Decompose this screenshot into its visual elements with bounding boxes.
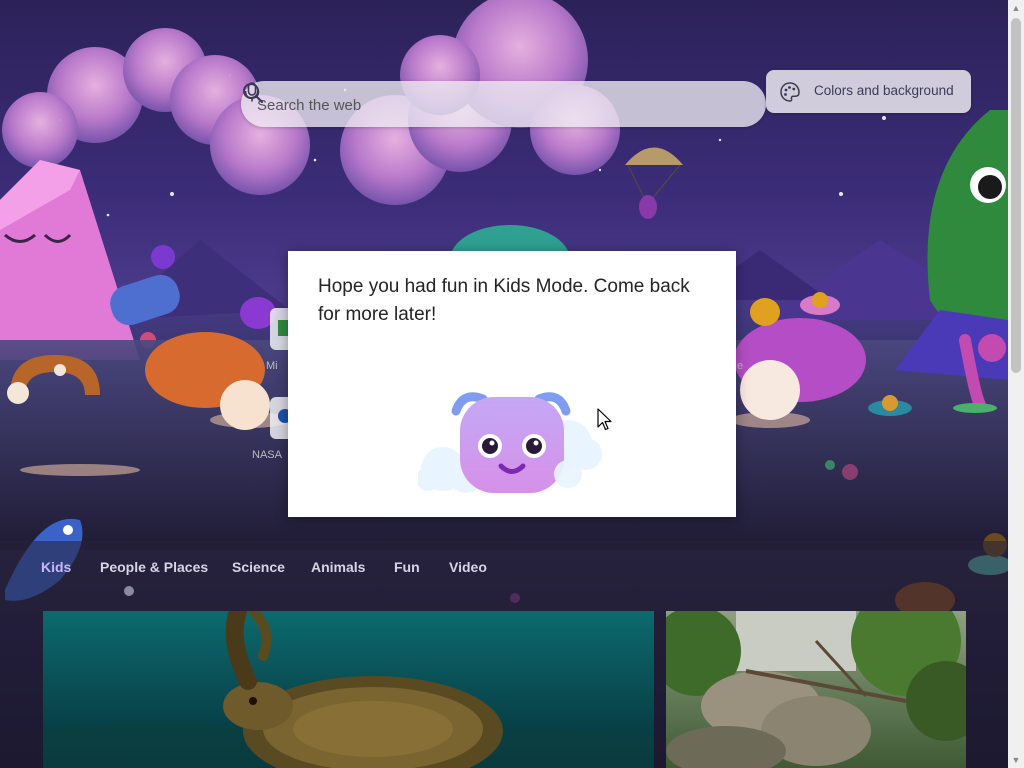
tab-fun[interactable]: Fun <box>394 559 420 575</box>
tab-science[interactable]: Science <box>232 559 285 575</box>
search-input[interactable] <box>255 81 659 129</box>
colors-and-background-button[interactable]: Colors and background <box>766 70 971 113</box>
tab-people-places[interactable]: People & Places <box>100 559 208 575</box>
dialog-message: Hope you had fun in Kids Mode. Come back… <box>318 276 690 325</box>
kids-mode-mascot-icon <box>418 392 602 493</box>
tab-animals[interactable]: Animals <box>311 559 365 575</box>
scrollbar-thumb[interactable] <box>1011 18 1021 373</box>
vertical-scrollbar[interactable]: ▲ ▼ <box>1008 0 1024 768</box>
tab-kids[interactable]: Kids <box>41 559 71 575</box>
quick-link-label: NASA <box>252 449 282 461</box>
search-icon[interactable] <box>241 81 265 105</box>
search-bar <box>241 81 766 129</box>
colors-and-background-label: Colors and background <box>814 83 954 98</box>
kids-mode-exit-dialog: Hope you had fun in Kids Mode. Come back… <box>288 251 736 517</box>
tab-video[interactable]: Video <box>449 559 487 575</box>
scroll-down-arrow-icon[interactable]: ▼ <box>1008 752 1024 768</box>
quick-link-label: Mi <box>266 360 278 372</box>
feature-card-forest[interactable] <box>666 611 966 768</box>
scroll-up-arrow-icon[interactable]: ▲ <box>1008 0 1024 16</box>
palette-icon <box>780 82 800 102</box>
tab-indicator-dot <box>124 586 134 596</box>
mouse-cursor-icon <box>597 408 612 431</box>
category-tabs: Kids People & Places Science Animals Fun… <box>0 541 1008 611</box>
quick-link-label: e <box>737 360 744 372</box>
feature-card-turtle[interactable] <box>43 611 654 768</box>
